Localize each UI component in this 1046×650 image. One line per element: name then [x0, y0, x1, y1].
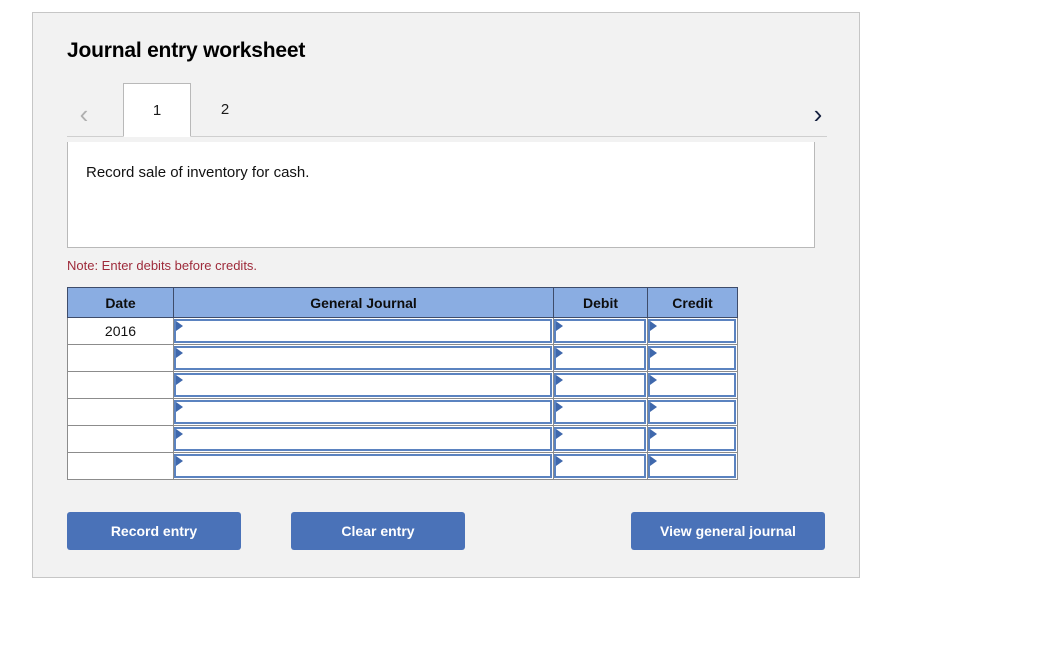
debit-input[interactable]	[554, 319, 646, 343]
general-journal-input[interactable]	[174, 400, 552, 424]
dropdown-marker-icon	[176, 375, 183, 385]
tab-2[interactable]: 2	[191, 83, 259, 135]
chevron-left-icon[interactable]: ‹	[71, 101, 97, 127]
table-row: 2016	[67, 317, 738, 345]
credit-input[interactable]	[648, 346, 736, 370]
tab-list: 1 2	[123, 83, 259, 141]
tab-2-label: 2	[220, 101, 230, 118]
credit-cell[interactable]	[647, 344, 738, 372]
page-root: Journal entry worksheet ‹ 1 2 › Record s…	[0, 0, 1046, 650]
page-title: Journal entry worksheet	[67, 39, 306, 62]
debit-input[interactable]	[554, 373, 646, 397]
journal-entry-worksheet-panel: Journal entry worksheet ‹ 1 2 › Record s…	[32, 12, 860, 578]
tab-1-label: 1	[152, 101, 162, 119]
dropdown-marker-icon	[650, 348, 657, 358]
worksheet-tabstrip: ‹ 1 2 ›	[67, 83, 827, 141]
credit-cell[interactable]	[647, 425, 738, 453]
dropdown-marker-icon	[556, 429, 563, 439]
date-cell[interactable]: 2016	[67, 317, 174, 345]
date-cell[interactable]	[67, 371, 174, 399]
column-header-date: Date	[67, 287, 174, 318]
dropdown-marker-icon	[650, 321, 657, 331]
column-header-credit: Credit	[647, 287, 738, 318]
table-header-row: Date General Journal Debit Credit	[67, 287, 738, 318]
general-journal-input[interactable]	[174, 319, 552, 343]
dropdown-marker-icon	[556, 402, 563, 412]
date-cell[interactable]	[67, 344, 174, 372]
dropdown-marker-icon	[650, 402, 657, 412]
credit-input[interactable]	[648, 454, 736, 478]
debit-cell[interactable]	[553, 452, 648, 480]
table-row	[67, 344, 738, 372]
debit-input[interactable]	[554, 427, 646, 451]
debit-input[interactable]	[554, 346, 646, 370]
general-journal-input[interactable]	[174, 346, 552, 370]
debit-cell[interactable]	[553, 317, 648, 345]
credit-cell[interactable]	[647, 398, 738, 426]
view-general-journal-button[interactable]: View general journal	[631, 512, 825, 550]
clear-entry-button[interactable]: Clear entry	[291, 512, 465, 550]
general-journal-input[interactable]	[174, 427, 552, 451]
debit-cell[interactable]	[553, 398, 648, 426]
general-journal-cell[interactable]	[173, 398, 554, 426]
dropdown-marker-icon	[556, 348, 563, 358]
general-journal-cell[interactable]	[173, 344, 554, 372]
date-cell[interactable]	[67, 398, 174, 426]
credit-input[interactable]	[648, 373, 736, 397]
record-entry-button[interactable]: Record entry	[67, 512, 241, 550]
general-journal-cell[interactable]	[173, 317, 554, 345]
transaction-description-text: Record sale of inventory for cash.	[86, 164, 310, 181]
debit-cell[interactable]	[553, 344, 648, 372]
dropdown-marker-icon	[556, 456, 563, 466]
dropdown-marker-icon	[556, 375, 563, 385]
credit-cell[interactable]	[647, 371, 738, 399]
credit-cell[interactable]	[647, 452, 738, 480]
dropdown-marker-icon	[176, 348, 183, 358]
debit-input[interactable]	[554, 454, 646, 478]
debit-input[interactable]	[554, 400, 646, 424]
dropdown-marker-icon	[556, 321, 563, 331]
date-cell[interactable]	[67, 452, 174, 480]
dropdown-marker-icon	[176, 456, 183, 466]
debits-before-credits-note: Note: Enter debits before credits.	[67, 258, 258, 273]
general-journal-input[interactable]	[174, 454, 552, 478]
dropdown-marker-icon	[650, 429, 657, 439]
general-journal-cell[interactable]	[173, 425, 554, 453]
dropdown-marker-icon	[176, 402, 183, 412]
journal-entry-table: Date General Journal Debit Credit 2016	[67, 287, 738, 480]
date-cell[interactable]	[67, 425, 174, 453]
table-row	[67, 425, 738, 453]
tab-1[interactable]: 1	[123, 83, 191, 137]
table-row	[67, 398, 738, 426]
chevron-right-icon[interactable]: ›	[805, 101, 831, 127]
dropdown-marker-icon	[176, 429, 183, 439]
general-journal-input[interactable]	[174, 373, 552, 397]
debit-cell[interactable]	[553, 371, 648, 399]
column-header-debit: Debit	[553, 287, 648, 318]
credit-input[interactable]	[648, 319, 736, 343]
dropdown-marker-icon	[650, 375, 657, 385]
dropdown-marker-icon	[176, 321, 183, 331]
general-journal-cell[interactable]	[173, 452, 554, 480]
credit-cell[interactable]	[647, 317, 738, 345]
table-row	[67, 452, 738, 480]
transaction-description-panel: Record sale of inventory for cash.	[67, 142, 815, 248]
debit-cell[interactable]	[553, 425, 648, 453]
dropdown-marker-icon	[650, 456, 657, 466]
general-journal-cell[interactable]	[173, 371, 554, 399]
table-row	[67, 371, 738, 399]
credit-input[interactable]	[648, 400, 736, 424]
credit-input[interactable]	[648, 427, 736, 451]
column-header-general-journal: General Journal	[173, 287, 554, 318]
